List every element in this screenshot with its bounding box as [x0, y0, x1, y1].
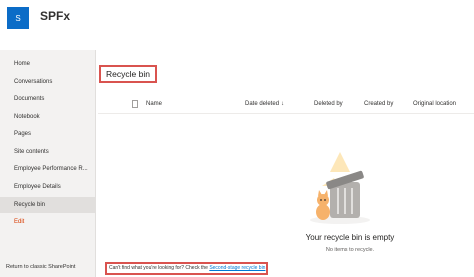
left-navigation: Home Conversations Documents Notebook Pa…: [0, 50, 96, 277]
cat-in-bin-icon: [310, 152, 370, 224]
site-title[interactable]: SPFx: [40, 9, 70, 23]
sidebar-item-home[interactable]: Home: [0, 56, 95, 72]
sidebar-item-documents[interactable]: Documents: [0, 91, 95, 107]
column-date-deleted[interactable]: Date deleted: [245, 101, 279, 107]
second-stage-notice: Can't find what you're looking for? Chec…: [105, 262, 268, 275]
second-stage-notice-text: Can't find what you're looking for? Chec…: [109, 265, 210, 271]
empty-state-subtitle: No items to recycle.: [325, 247, 375, 253]
site-header: S SPFx: [0, 0, 474, 46]
sidebar-item-edit[interactable]: Edit: [0, 214, 95, 230]
sidebar-item-employee-details[interactable]: Employee Details: [0, 179, 95, 195]
column-name[interactable]: Name: [146, 101, 162, 107]
sort-down-icon[interactable]: ↓: [281, 101, 284, 107]
column-header-row: Name Date deleted ↓ Deleted by Created b…: [98, 97, 474, 114]
sidebar-item-pages[interactable]: Pages: [0, 126, 95, 142]
document-icon[interactable]: [132, 100, 138, 108]
return-to-classic-link[interactable]: Return to classic SharePoint: [6, 264, 75, 270]
empty-state-title: Your recycle bin is empty: [305, 233, 395, 242]
second-stage-recycle-bin-link[interactable]: Second-stage recycle bin: [209, 265, 265, 271]
sidebar-item-conversations[interactable]: Conversations: [0, 74, 95, 90]
page-title: Recycle bin: [106, 69, 150, 79]
sidebar-item-employee-performance[interactable]: Employee Performance R...: [0, 161, 95, 177]
sidebar-item-site-contents[interactable]: Site contents: [0, 144, 95, 160]
column-original-location[interactable]: Original location: [413, 101, 456, 107]
sidebar-item-recycle-bin[interactable]: Recycle bin: [0, 197, 95, 213]
site-logo[interactable]: S: [7, 7, 29, 29]
column-created-by[interactable]: Created by: [364, 101, 393, 107]
column-deleted-by[interactable]: Deleted by: [314, 101, 343, 107]
sidebar-item-notebook[interactable]: Notebook: [0, 109, 95, 125]
page-title-highlight: Recycle bin: [99, 65, 157, 83]
